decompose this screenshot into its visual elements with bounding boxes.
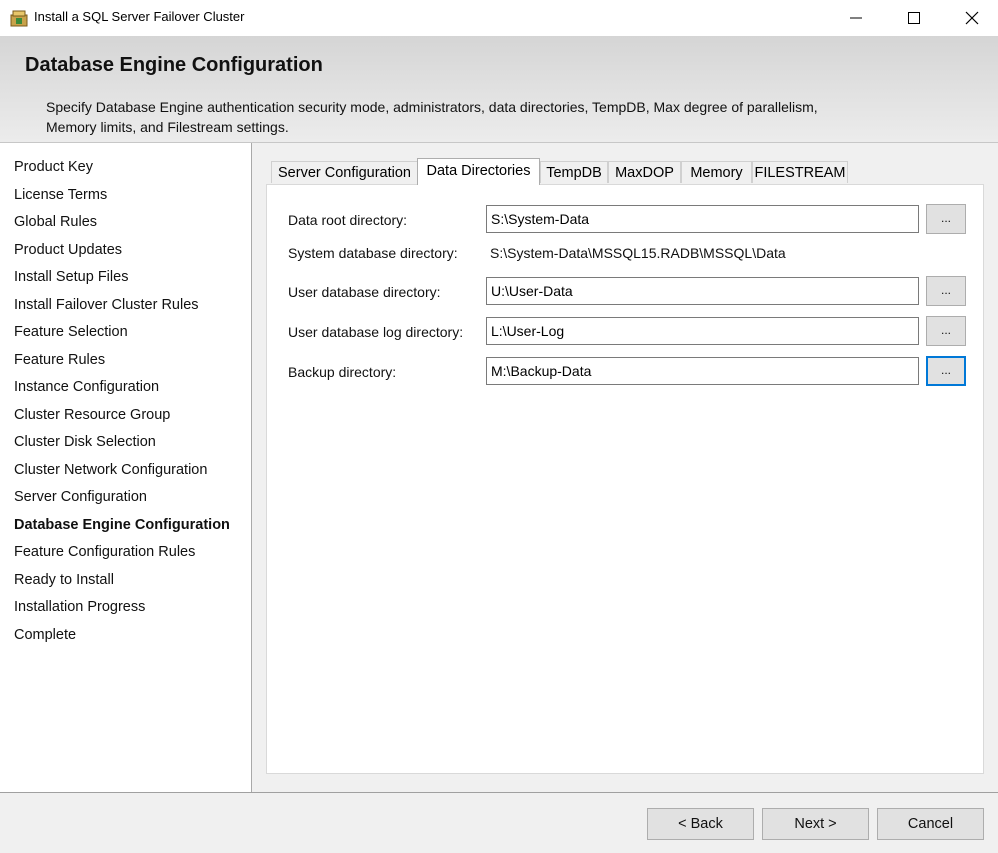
data-root-directory-input[interactable] xyxy=(486,205,919,233)
page-description: Specify Database Engine authentication s… xyxy=(46,99,818,135)
data-root-browse-button[interactable]: ... xyxy=(926,204,966,234)
maximize-icon xyxy=(908,12,920,24)
sidebar-item-instance-configuration[interactable]: Instance Configuration xyxy=(14,379,159,395)
sidebar-item-product-key[interactable]: Product Key xyxy=(14,159,93,175)
next-button[interactable]: Next > xyxy=(762,808,869,840)
minimize-button[interactable] xyxy=(827,0,885,36)
sidebar-item-complete[interactable]: Complete xyxy=(14,627,76,643)
sidebar-item-installation-progress[interactable]: Installation Progress xyxy=(14,599,145,615)
close-icon xyxy=(965,11,979,25)
sidebar-item-cluster-network-configuration[interactable]: Cluster Network Configuration xyxy=(14,462,207,478)
sidebar-item-cluster-disk-selection[interactable]: Cluster Disk Selection xyxy=(14,434,156,450)
cancel-button[interactable]: Cancel xyxy=(877,808,984,840)
sidebar-item-cluster-resource-group[interactable]: Cluster Resource Group xyxy=(14,407,170,423)
sidebar-item-feature-selection[interactable]: Feature Selection xyxy=(14,324,128,340)
tab-maxdop[interactable]: MaxDOP xyxy=(608,161,681,183)
sidebar-item-feature-rules[interactable]: Feature Rules xyxy=(14,352,105,368)
backup-browse-button[interactable]: ... xyxy=(926,356,966,386)
tab-data-directories[interactable]: Data Directories xyxy=(417,158,540,185)
sidebar-item-license-terms[interactable]: License Terms xyxy=(14,187,107,203)
system-database-directory-value: S:\System-Data\MSSQL15.RADB\MSSQL\Data xyxy=(490,245,786,261)
sidebar-item-product-updates[interactable]: Product Updates xyxy=(14,242,122,258)
user-database-directory-input[interactable] xyxy=(486,277,919,305)
maximize-button[interactable] xyxy=(885,0,943,36)
sidebar-item-feature-configuration-rules[interactable]: Feature Configuration Rules xyxy=(14,544,195,560)
tab-server-configuration[interactable]: Server Configuration xyxy=(271,161,418,183)
sql-setup-app-icon xyxy=(10,10,28,27)
close-button[interactable] xyxy=(943,0,998,36)
data-directories-panel xyxy=(266,184,984,774)
window-title: Install a SQL Server Failover Cluster xyxy=(34,9,245,24)
tab-filestream[interactable]: FILESTREAM xyxy=(752,161,848,183)
user-database-log-directory-input[interactable] xyxy=(486,317,919,345)
back-button[interactable]: < Back xyxy=(647,808,754,840)
backup-directory-input[interactable] xyxy=(486,357,919,385)
sidebar-item-install-setup-files[interactable]: Install Setup Files xyxy=(14,269,128,285)
user-database-log-directory-label: User database log directory: xyxy=(288,324,464,340)
sidebar-item-server-configuration[interactable]: Server Configuration xyxy=(14,489,147,505)
backup-directory-label: Backup directory: xyxy=(288,364,397,380)
user-database-directory-label: User database directory: xyxy=(288,284,441,300)
user-database-browse-button[interactable]: ... xyxy=(926,276,966,306)
minimize-icon xyxy=(850,17,862,19)
page-title: Database Engine Configuration xyxy=(25,54,323,76)
setup-steps-sidebar: Product Key License Terms Global Rules P… xyxy=(0,143,252,792)
tab-tempdb[interactable]: TempDB xyxy=(540,161,608,183)
sidebar-item-database-engine-configuration[interactable]: Database Engine Configuration xyxy=(14,517,230,533)
sidebar-item-ready-to-install[interactable]: Ready to Install xyxy=(14,572,114,588)
sidebar-item-install-failover-cluster-rules[interactable]: Install Failover Cluster Rules xyxy=(14,297,199,313)
sidebar-item-global-rules[interactable]: Global Rules xyxy=(14,214,97,230)
title-bar: Install a SQL Server Failover Cluster xyxy=(0,0,998,36)
tab-memory[interactable]: Memory xyxy=(681,161,752,183)
page-header: Database Engine Configuration Specify Da… xyxy=(0,36,998,143)
system-database-directory-label: System database directory: xyxy=(288,245,458,261)
user-database-log-browse-button[interactable]: ... xyxy=(926,316,966,346)
data-root-directory-label: Data root directory: xyxy=(288,212,408,228)
